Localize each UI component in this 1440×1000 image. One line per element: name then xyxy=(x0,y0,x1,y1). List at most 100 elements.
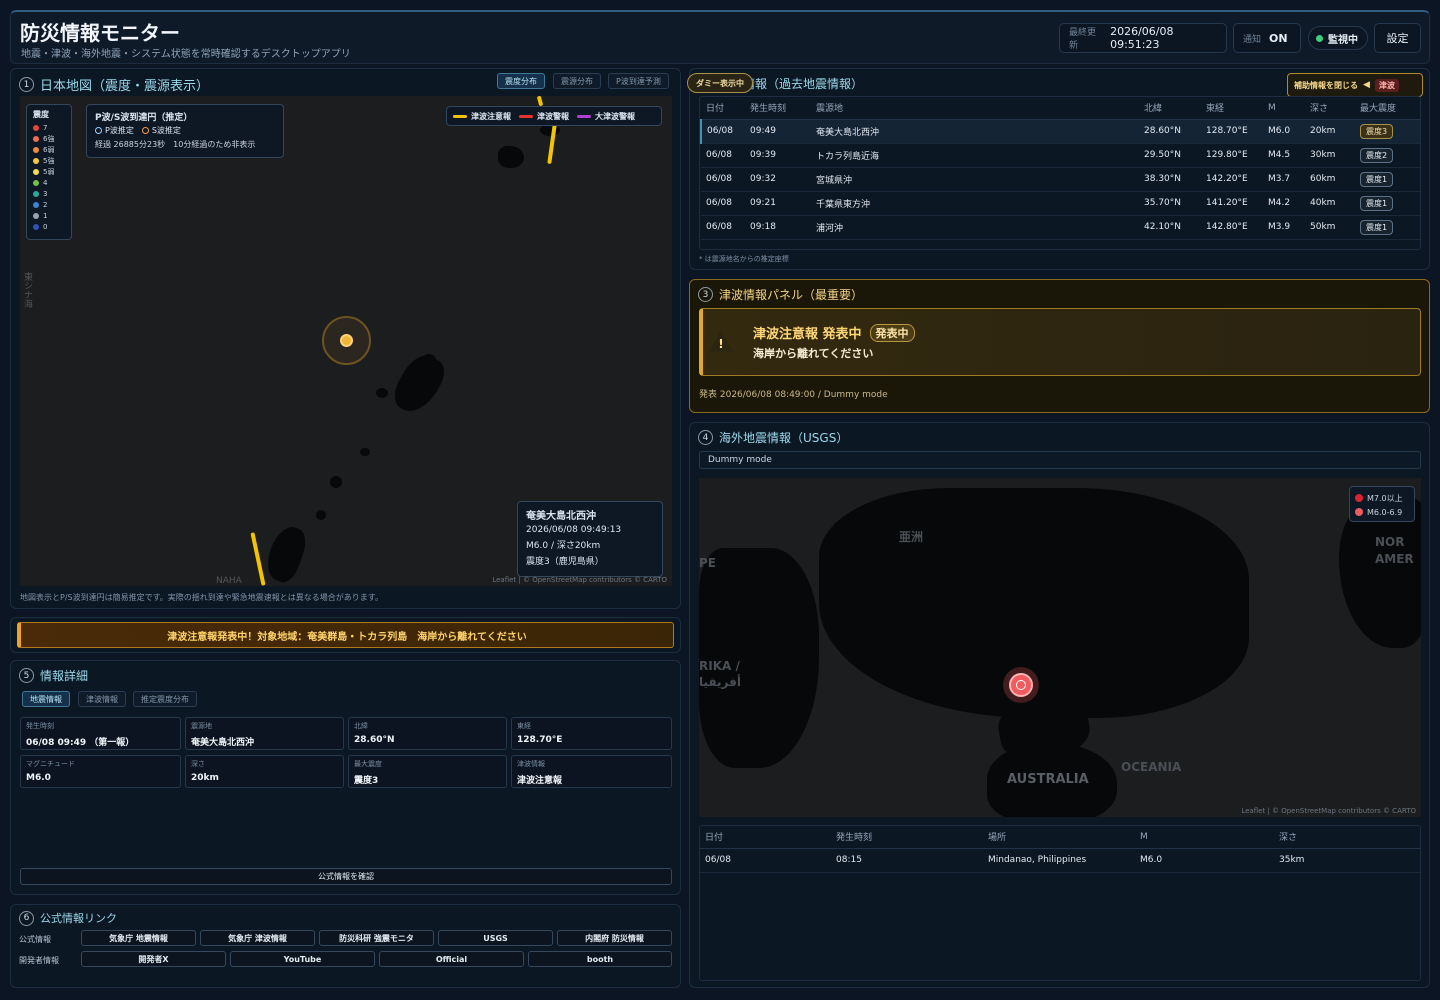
epicenter-marker-icon[interactable] xyxy=(340,334,353,347)
cell-time: 09:21 xyxy=(745,191,811,216)
table-row[interactable]: 06/08 09:18 浦河沖 42.10°N 142.80°E M3.9 50km 震度1 xyxy=(701,215,1420,240)
intensity-legend-item: 6弱 xyxy=(33,144,65,155)
cell-time: 09:49 xyxy=(745,119,811,144)
cell-depth: 35km xyxy=(1274,848,1420,873)
usgs-legend-label: M7.0以上 xyxy=(1367,493,1403,503)
settings-label: 設定 xyxy=(1386,32,1409,45)
notify-toggle[interactable]: 通知 ON xyxy=(1233,23,1301,53)
detail-panel: 5 情報詳細 地震情報 津波情報 推定震度分布 発生時刻 06/08 09:49 … xyxy=(10,660,681,895)
link-official[interactable]: Official xyxy=(379,951,524,967)
cell-intensity: 震度1 xyxy=(1355,191,1420,216)
intensity-color-icon xyxy=(33,212,39,219)
column-header[interactable]: M xyxy=(1263,97,1305,120)
p-wave-label: P波推定 xyxy=(105,126,134,135)
official-links-label: 公式情報 xyxy=(19,935,51,944)
table-row[interactable]: 06/08 08:15 Mindanao, Philippines M6.0 35km xyxy=(700,848,1420,873)
column-header[interactable]: 発生時刻 xyxy=(831,826,983,849)
tsunami-alert-banner[interactable]: 津波注意報発表中！対象地域：奄美群島・トカラ列島 海岸から離れてください xyxy=(17,622,674,648)
table-row[interactable]: 06/08 09:49 奄美大島北西沖 28.60°N 128.70°E M6.0 20km… xyxy=(700,119,1420,144)
tsunami-line-swatch-icon xyxy=(453,114,467,118)
link-youtube[interactable]: YouTube xyxy=(230,951,375,967)
field-tsunami-info: 津波情報 津波注意報 xyxy=(511,755,672,788)
island-shape xyxy=(330,476,342,488)
column-header[interactable]: 北緯 xyxy=(1139,97,1201,120)
field-max-intensity: 最大震度 震度3 xyxy=(348,755,507,788)
table-row[interactable]: 06/08 09:32 宮城県沖 38.30°N 142.20°E M3.7 60km 震度1 xyxy=(701,167,1420,192)
usgs-mode-bar: Dummy mode xyxy=(699,451,1421,469)
cell-time: 09:32 xyxy=(745,167,811,192)
link-nied-monitor[interactable]: 防災科研 強震モニタ xyxy=(319,930,434,946)
cell-intensity: 震度2 xyxy=(1355,143,1420,168)
column-header[interactable]: 日付 xyxy=(701,97,745,120)
intensity-legend-item: 4 xyxy=(33,177,65,188)
column-header[interactable]: 深さ xyxy=(1274,826,1420,849)
field-value: 28.60°N xyxy=(354,735,395,745)
tab-epicenter[interactable]: 震源分布 xyxy=(553,73,601,89)
cell-depth: 50km xyxy=(1305,215,1355,240)
column-header[interactable]: 震源地 xyxy=(811,97,1139,120)
intensity-color-icon xyxy=(33,190,39,197)
cell-time: 09:18 xyxy=(745,215,811,240)
link-usgs[interactable]: USGS xyxy=(438,930,553,946)
usgs-panel: 4 海外地震情報（USGS） Dummy mode 亜洲 NOR AMER PE… xyxy=(689,422,1430,988)
tab-tsunami-info[interactable]: 津波情報 xyxy=(78,691,126,707)
quake-table-body: 06/08 09:49 奄美大島北西沖 28.60°N 128.70°E M6.0 20km… xyxy=(700,119,1420,240)
cell-lat: 29.50°N xyxy=(1139,143,1201,168)
triangle-left-icon: ◀ xyxy=(1363,80,1370,90)
cell-mag: M3.9 xyxy=(1263,215,1305,240)
island-shape xyxy=(376,388,388,398)
intensity-level-label: 1 xyxy=(43,211,48,220)
settings-button[interactable]: 設定 xyxy=(1374,23,1421,53)
column-header[interactable]: M xyxy=(1135,826,1274,849)
monitor-status[interactable]: 監視中 xyxy=(1308,26,1368,50)
link-booth[interactable]: booth xyxy=(528,951,672,967)
official-info-button[interactable]: 公式情報を確認 xyxy=(20,868,672,885)
usgs-panel-title: 海外地震情報（USGS） xyxy=(719,431,849,445)
link-jma-tsunami[interactable]: 気象庁 津波情報 xyxy=(200,930,315,946)
field-value: 震度3 xyxy=(354,776,379,786)
links-panel-title: 公式情報リンク xyxy=(40,912,117,925)
panel-number: 5 xyxy=(19,668,34,683)
link-jma-earthquake[interactable]: 気象庁 地震情報 xyxy=(81,930,196,946)
cell-lat: 38.30°N xyxy=(1139,167,1201,192)
quake-table: 日付 発生時刻 震源地 北緯 東経 M 深さ 最大震度 06/08 09:49 奄美大島北西沖 28… xyxy=(700,97,1420,240)
last-update-label: 最終更新 xyxy=(1069,28,1097,51)
japan-map[interactable]: 震度 7 6強 6弱 5強 5弱 4 3 2 1 0 P波/S波到達円（推定） P波推定 S波推定… xyxy=(20,96,672,586)
app-subtitle: 地震・津波・海外地震・システム状態を常時確認するデスクトップアプリ xyxy=(21,49,351,60)
intensity-legend-item: 2 xyxy=(33,199,65,210)
column-header[interactable]: 深さ xyxy=(1305,97,1355,120)
tsunami-legend-item: 津波注意報 xyxy=(453,111,511,122)
column-header[interactable]: 場所 xyxy=(983,826,1135,849)
intensity-color-icon xyxy=(33,168,39,175)
intensity-level-label: 6強 xyxy=(43,134,55,143)
map-label-asia: 亜洲 xyxy=(899,530,924,544)
tab-intensity[interactable]: 震度分布 xyxy=(497,73,545,89)
column-header[interactable]: 日付 xyxy=(700,826,831,849)
quake-marker-icon[interactable] xyxy=(1009,673,1033,697)
column-header[interactable]: 最大震度 xyxy=(1355,97,1420,120)
intensity-level-label: 5強 xyxy=(43,156,55,165)
world-map[interactable]: 亜洲 NOR AMER PE RIKA / أفريقيا AUSTRALIA … xyxy=(699,478,1421,817)
column-header[interactable]: 発生時刻 xyxy=(745,97,811,120)
panel-title: 6 公式情報リンク xyxy=(19,910,117,926)
link-developer-x[interactable]: 開発者X xyxy=(81,951,226,967)
field-occurred-time: 発生時刻 06/08 09:49 （第一報） xyxy=(20,717,181,750)
field-label: 津波情報 xyxy=(517,760,545,768)
map-attribution: Leaflet | © OpenStreetMap contributors ©… xyxy=(492,576,667,584)
tab-estimated-intensity[interactable]: 推定震度分布 xyxy=(133,691,197,707)
table-row[interactable]: 06/08 09:39 トカラ列島近海 29.50°N 129.80°E M4.5 30km… xyxy=(701,143,1420,168)
tab-p-wave[interactable]: P波到達予測 xyxy=(608,73,669,89)
intensity-legend-item: 3 xyxy=(33,188,65,199)
field-value: 奄美大島北西沖 xyxy=(191,738,255,748)
tsunami-message: 海岸から離れてください xyxy=(753,347,874,360)
tab-quake-info[interactable]: 地震情報 xyxy=(22,691,70,707)
table-row[interactable]: 06/08 09:21 千葉県東方沖 35.70°N 141.20°E M4.2 40km 震… xyxy=(701,191,1420,216)
aux-toggle-button[interactable]: 補助情報を閉じる ◀ 津波 xyxy=(1287,73,1423,97)
cell-mag: M6.0 xyxy=(1263,119,1305,144)
column-header[interactable]: 東経 xyxy=(1201,97,1263,120)
panel-title: 3 津波情報パネル（最重要） xyxy=(698,286,863,303)
field-longitude: 東経 128.70°E xyxy=(511,717,672,750)
tsunami-panel: 3 津波情報パネル（最重要） ! 津波注意報 発表中 発表中 海岸から離れてくだ… xyxy=(689,279,1430,413)
cell-date: 06/08 xyxy=(701,167,745,192)
link-cabinet-bousai[interactable]: 内閣府 防災情報 xyxy=(557,930,672,946)
